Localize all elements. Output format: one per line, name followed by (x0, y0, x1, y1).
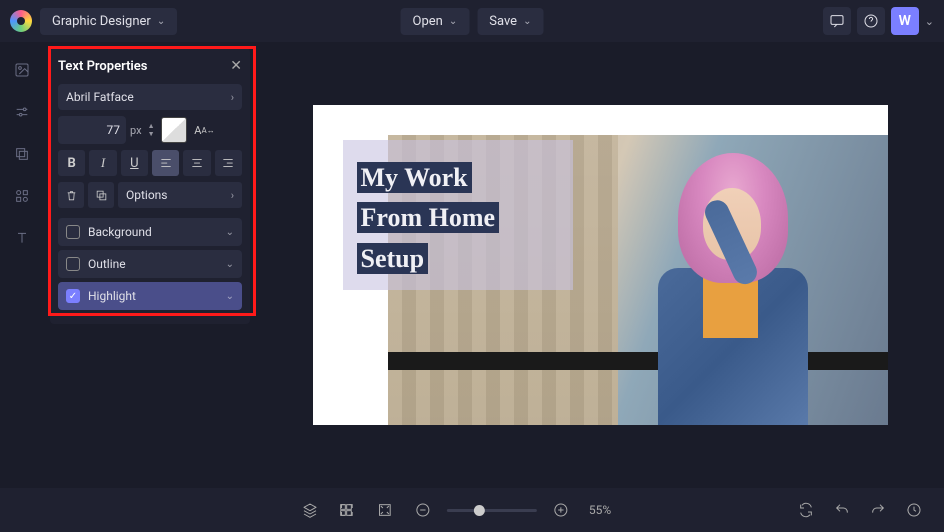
image-tool-icon[interactable] (12, 60, 32, 80)
close-panel-button[interactable]: ✕ (230, 58, 242, 74)
chevron-down-icon: ⌄ (226, 291, 234, 302)
text-element[interactable]: My Work From Home Setup (343, 140, 573, 290)
redo-button[interactable] (864, 496, 892, 524)
delete-button[interactable] (58, 182, 84, 208)
chevron-down-icon: ⌄ (226, 227, 234, 238)
avatar-menu-chevron[interactable]: ⌄ (925, 15, 934, 28)
duplicate-button[interactable] (88, 182, 114, 208)
artboard[interactable]: My Work From Home Setup (313, 105, 888, 425)
align-center-button[interactable] (183, 150, 210, 176)
fullscreen-button[interactable] (333, 496, 361, 524)
bold-button[interactable]: B (58, 150, 85, 176)
chevron-down-icon: ⌄ (449, 16, 457, 27)
text-tool-icon[interactable] (12, 228, 32, 248)
help-button[interactable] (857, 7, 885, 35)
chat-icon (829, 13, 845, 29)
workspace-label: Graphic Designer (52, 14, 151, 29)
canvas-area[interactable]: My Work From Home Setup (256, 42, 944, 488)
undo-button[interactable] (828, 496, 856, 524)
workspace-dropdown[interactable]: Graphic Designer ⌄ (40, 8, 177, 35)
chevron-down-icon: ⌄ (226, 259, 234, 270)
app-logo[interactable] (10, 10, 32, 32)
outline-toggle[interactable]: Outline ⌄ (58, 250, 242, 278)
chevron-down-icon: ⌄ (157, 16, 165, 27)
align-left-button[interactable] (152, 150, 179, 176)
options-dropdown[interactable]: Options › (118, 182, 242, 208)
layers-button[interactable] (296, 496, 324, 524)
zoom-in-button[interactable] (547, 496, 575, 524)
fit-button[interactable] (371, 496, 399, 524)
help-icon (863, 13, 879, 29)
comments-button[interactable] (823, 7, 851, 35)
align-right-button[interactable] (215, 150, 242, 176)
chevron-right-icon: › (231, 91, 234, 104)
text-line-1: My Work (357, 162, 472, 193)
zoom-slider[interactable] (447, 509, 537, 512)
checkbox-checked-icon: ✓ (66, 289, 80, 303)
font-size-stepper[interactable]: ▲▼ (148, 123, 155, 138)
highlight-toggle[interactable]: ✓ Highlight ⌄ (58, 282, 242, 310)
left-rail (0, 42, 44, 488)
font-size-input[interactable] (58, 116, 126, 144)
user-avatar[interactable]: W (891, 7, 919, 35)
top-bar: Graphic Designer ⌄ Open ⌄ Save ⌄ W ⌄ (0, 0, 944, 42)
elements-tool-icon[interactable] (12, 186, 32, 206)
panel-title: Text Properties (58, 59, 148, 74)
history-button[interactable] (900, 496, 928, 524)
text-line-2: From Home (357, 202, 500, 233)
zoom-out-button[interactable] (409, 496, 437, 524)
checkbox-icon (66, 257, 80, 271)
open-button[interactable]: Open ⌄ (401, 8, 470, 35)
save-button[interactable]: Save ⌄ (477, 8, 543, 35)
text-properties-panel: Text Properties ✕ Abril Fatface › px ▲▼ … (50, 48, 250, 324)
chevron-down-icon: ⌄ (523, 16, 531, 27)
background-toggle[interactable]: Background ⌄ (58, 218, 242, 246)
text-color-swatch[interactable] (161, 117, 187, 143)
checkbox-icon (66, 225, 80, 239)
zoom-value: 55% (589, 503, 611, 517)
font-size-unit: px (130, 124, 142, 137)
font-family-dropdown[interactable]: Abril Fatface › (58, 84, 242, 110)
adjust-tool-icon[interactable] (12, 102, 32, 122)
layers-tool-icon[interactable] (12, 144, 32, 164)
chevron-right-icon: › (231, 189, 234, 202)
sync-button[interactable] (792, 496, 820, 524)
text-line-3: Setup (357, 243, 429, 274)
italic-button[interactable]: I (89, 150, 116, 176)
bottom-bar: 55% (0, 488, 944, 532)
text-transform-button[interactable]: AA↔ (193, 118, 217, 142)
underline-button[interactable]: U (121, 150, 148, 176)
